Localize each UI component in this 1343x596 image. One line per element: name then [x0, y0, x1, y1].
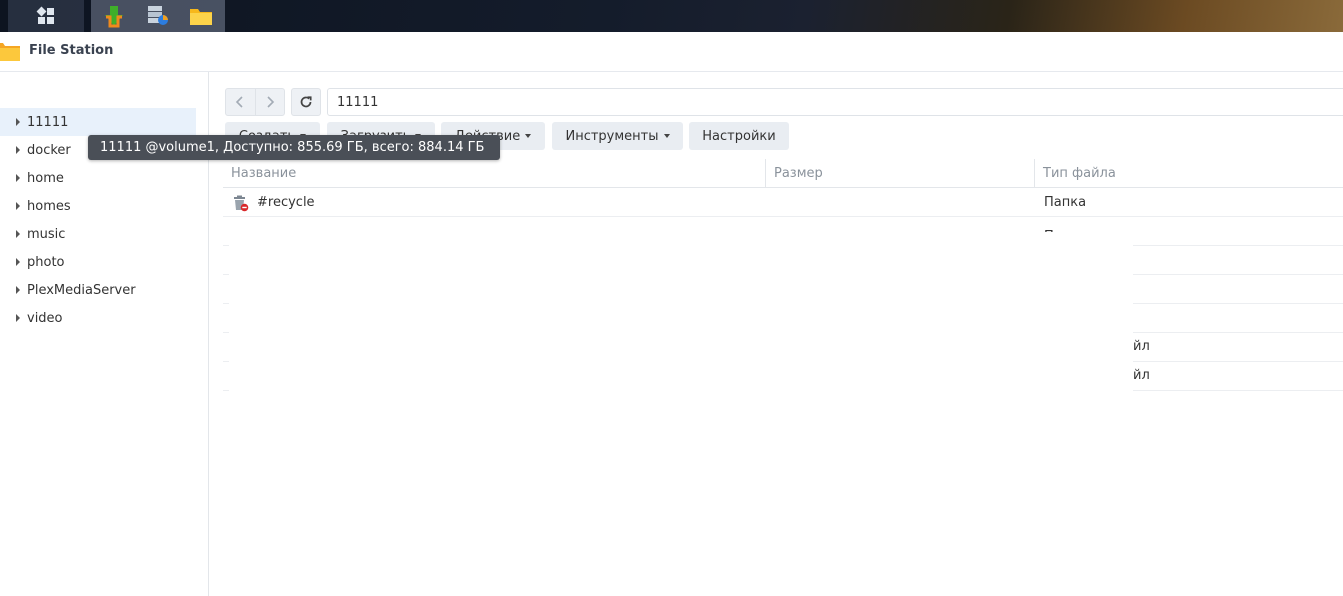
expand-arrow-icon[interactable] — [16, 286, 20, 294]
volume-tooltip: 11111 @volume1, Доступно: 855.69 ГБ, все… — [88, 135, 500, 160]
partial-file-type: йл — [1133, 339, 1150, 354]
settings-button[interactable]: Настройки — [689, 122, 789, 150]
expand-arrow-icon[interactable] — [16, 202, 20, 210]
history-nav — [225, 88, 285, 116]
main-menu-icon — [36, 6, 54, 24]
expand-arrow-icon[interactable] — [16, 146, 20, 154]
tree-item-video[interactable]: video — [0, 304, 196, 332]
back-button[interactable] — [226, 89, 255, 115]
tree-item-label: PlexMediaServer — [27, 282, 136, 298]
taskbar-apps — [91, 0, 225, 32]
caret-down-icon — [663, 134, 670, 138]
tree-item-photo[interactable]: photo — [0, 248, 196, 276]
tree-item-label: home — [27, 170, 64, 186]
tree-item-music[interactable]: music — [0, 220, 196, 248]
settings-button-label: Настройки — [702, 128, 776, 144]
tools-button[interactable]: Инструменты — [552, 122, 683, 150]
refresh-icon — [300, 96, 312, 108]
expand-arrow-icon[interactable] — [16, 230, 20, 238]
expand-arrow-icon[interactable] — [16, 174, 20, 182]
storage-manager-icon[interactable] — [144, 3, 170, 29]
column-name[interactable]: Название — [223, 159, 765, 188]
window-title: File Station — [29, 43, 114, 58]
refresh-button[interactable] — [291, 88, 321, 116]
download-station-icon[interactable] — [101, 3, 127, 29]
tree-item-label: homes — [27, 198, 71, 214]
tree-item-label: photo — [27, 254, 65, 270]
path-input[interactable] — [327, 88, 1343, 116]
table-row[interactable]: #recycle Папка — [223, 188, 1343, 217]
tree-item-label: video — [27, 310, 63, 326]
render-artifact-overlay — [229, 232, 1133, 397]
tree-item-plexmediaserver[interactable]: PlexMediaServer — [0, 276, 196, 304]
recycle-bin-icon — [231, 188, 249, 217]
forward-button[interactable] — [254, 89, 284, 115]
expand-arrow-icon[interactable] — [16, 258, 20, 266]
partial-file-type: йл — [1133, 368, 1150, 383]
file-grid-header: Название Размер Тип файла — [223, 159, 1343, 188]
tree-item-homes[interactable]: homes — [0, 192, 196, 220]
column-type[interactable]: Тип файла — [1035, 159, 1343, 188]
caret-down-icon — [525, 134, 532, 138]
tree-item-label: music — [27, 226, 66, 242]
file-name: #recycle — [257, 195, 315, 210]
chevron-right-icon — [267, 96, 275, 108]
window-titlebar: File Station — [0, 32, 1343, 72]
tree-item-label: 11111 — [27, 114, 69, 130]
chevron-left-icon — [236, 96, 244, 108]
taskbar — [0, 0, 1343, 32]
tree-item-home[interactable]: home — [0, 164, 196, 192]
expand-arrow-icon[interactable] — [16, 118, 20, 126]
folder-icon — [0, 43, 20, 61]
main-menu-button[interactable] — [8, 0, 84, 32]
tools-button-label: Инструменты — [565, 128, 659, 144]
file-station-icon[interactable] — [188, 3, 214, 29]
tree-item-label: docker — [27, 142, 71, 158]
column-size[interactable]: Размер — [766, 159, 1034, 188]
file-type: Папка — [1044, 195, 1087, 210]
tree-item-11111[interactable]: 11111 — [0, 108, 196, 136]
expand-arrow-icon[interactable] — [16, 314, 20, 322]
